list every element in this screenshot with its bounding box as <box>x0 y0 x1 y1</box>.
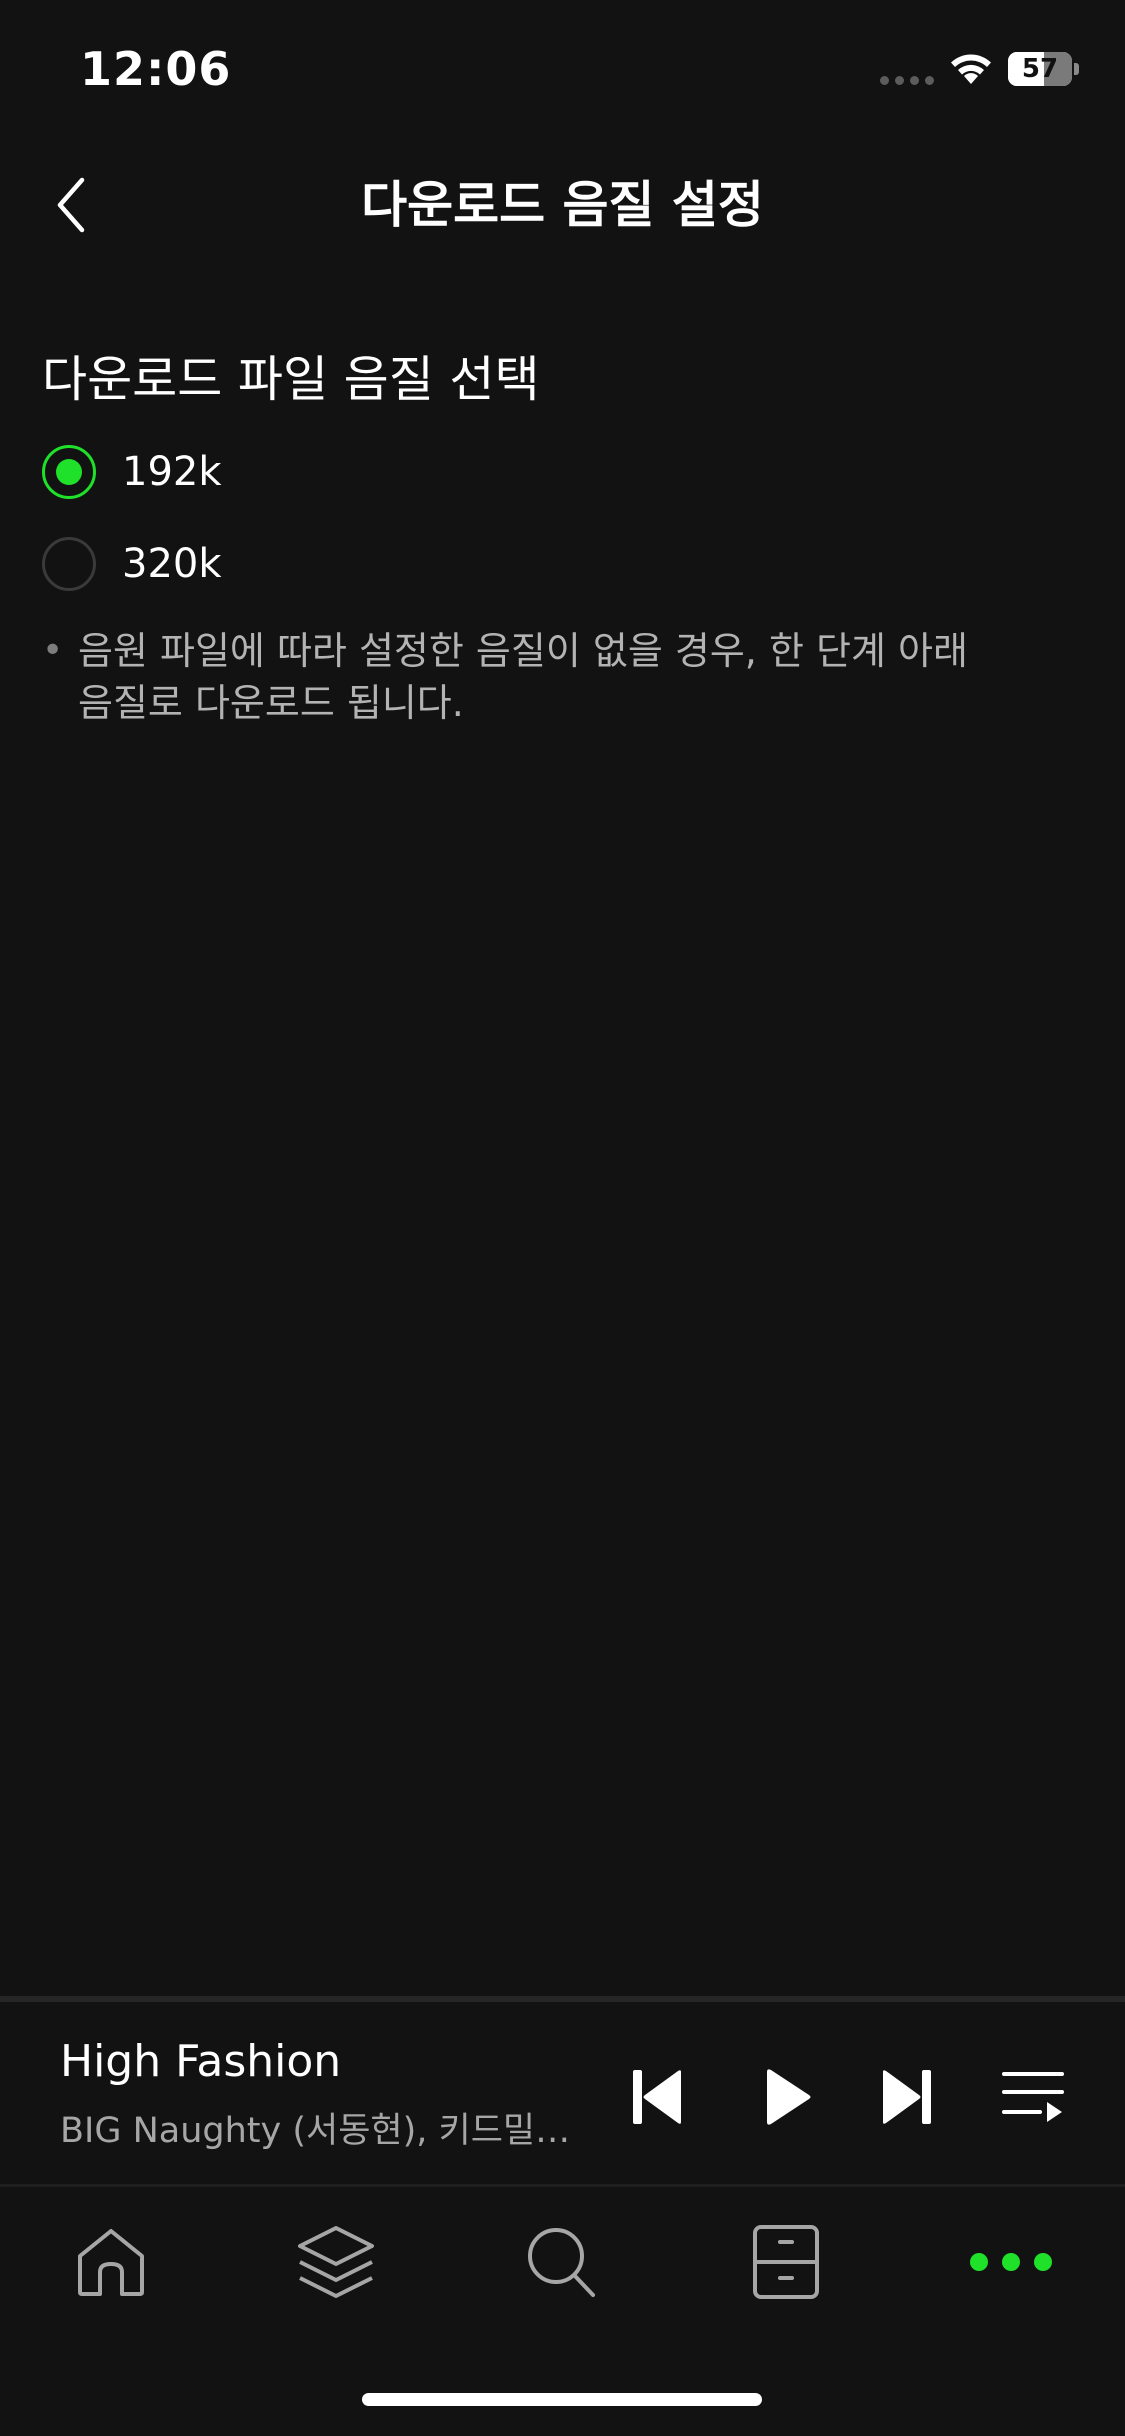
mini-player[interactable]: High Fashion BIG Naughty (서동현), 키드밀리... <box>0 2002 1125 2184</box>
status-bar: 12:06 57 <box>0 0 1125 130</box>
tab-bar <box>0 2187 1125 2327</box>
back-button[interactable] <box>36 170 106 240</box>
radio-button[interactable] <box>42 445 96 499</box>
home-indicator[interactable] <box>362 2393 762 2406</box>
screen: 12:06 57 다운로드 음질 설정 다운로드 파일 음질 선택 192k 3… <box>0 0 1125 2436</box>
option-label: 192k <box>122 449 222 495</box>
quality-option-320k[interactable]: 320k <box>42 529 542 599</box>
wifi-icon <box>951 54 991 84</box>
quality-option-192k[interactable]: 192k <box>42 437 542 507</box>
nav-bar: 다운로드 음질 설정 <box>0 150 1125 260</box>
tab-more[interactable] <box>966 2217 1056 2307</box>
section-title: 다운로드 파일 음질 선택 <box>42 351 540 408</box>
play-button[interactable] <box>752 2062 822 2132</box>
playlist-icon <box>1002 2072 1064 2122</box>
skip-previous-icon <box>633 2070 681 2124</box>
next-button[interactable] <box>872 2062 942 2132</box>
queue-button[interactable] <box>998 2062 1068 2132</box>
tab-library[interactable] <box>741 2217 831 2307</box>
radio-button[interactable] <box>42 537 96 591</box>
battery-icon: 57 <box>1008 52 1080 86</box>
page-title: 다운로드 음질 설정 <box>361 176 764 234</box>
cellular-signal-icon <box>880 76 934 85</box>
option-label: 320k <box>122 541 222 587</box>
status-time: 12:06 <box>80 42 232 96</box>
more-icon <box>970 2253 1052 2271</box>
note-text: 음원 파일에 따라 설정한 음질이 없을 경우, 한 단계 아래 음질로 다운로… <box>78 629 968 725</box>
play-icon <box>767 2069 811 2125</box>
bullet: • <box>42 630 64 671</box>
tab-home[interactable] <box>66 2217 156 2307</box>
track-title[interactable]: High Fashion <box>60 2036 341 2087</box>
info-note: • 음원 파일에 따라 설정한 음질이 없을 경우, 한 단계 아래 음질로 다… <box>42 625 1062 729</box>
skip-next-icon <box>883 2070 931 2124</box>
track-artist[interactable]: BIG Naughty (서동현), 키드밀리... <box>60 2102 590 2153</box>
search-icon <box>528 2228 595 2297</box>
battery-level: 57 <box>1021 54 1059 84</box>
tab-browse[interactable] <box>291 2217 381 2307</box>
tab-search[interactable] <box>516 2217 606 2307</box>
previous-button[interactable] <box>622 2062 692 2132</box>
library-icon <box>753 2225 819 2299</box>
layers-icon <box>298 2226 374 2298</box>
chevron-left-icon <box>57 177 85 233</box>
home-icon <box>78 2229 144 2296</box>
